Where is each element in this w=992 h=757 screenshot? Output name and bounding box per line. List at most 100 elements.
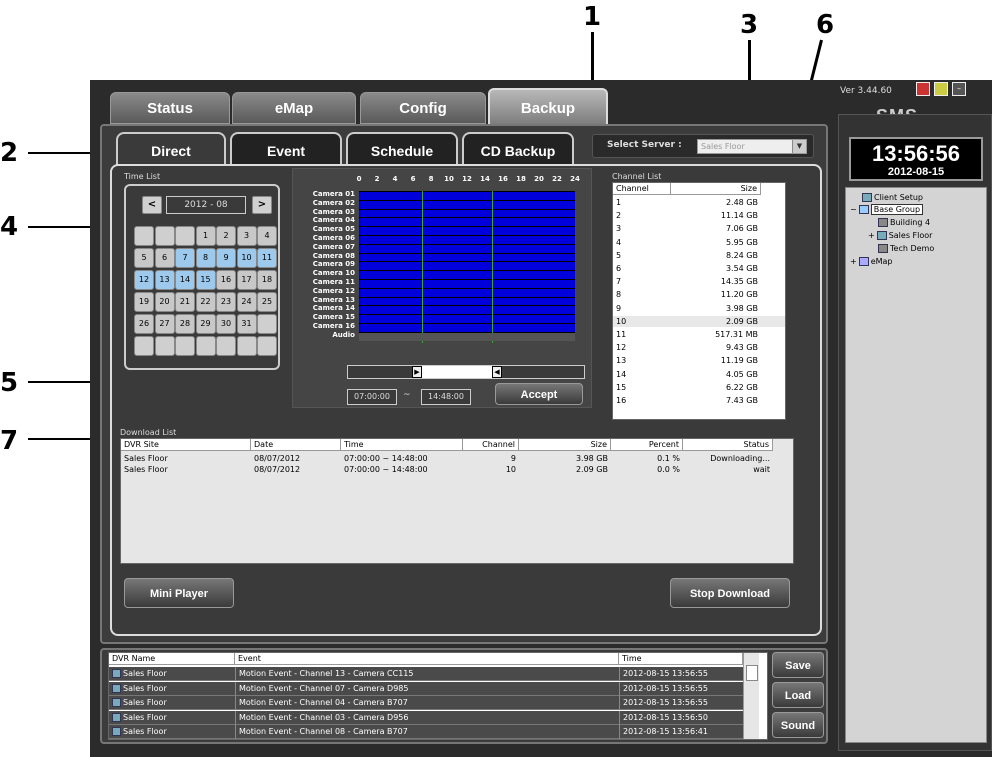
event-row[interactable]: Sales Floor Motion Event - Channel 07 - C…: [109, 681, 743, 696]
channel-row[interactable]: 2 11.14 GB: [613, 210, 785, 221]
collapse-icon[interactable]: −: [850, 205, 857, 214]
alarm-icon[interactable]: [916, 82, 930, 96]
calendar-day[interactable]: 7: [175, 248, 195, 268]
dvr-name-column-header[interactable]: DVR Name: [109, 653, 235, 665]
calendar-prev-button[interactable]: <: [142, 196, 162, 214]
channel-row[interactable]: 14 4.05 GB: [613, 369, 785, 380]
time-column-header[interactable]: Time: [619, 653, 743, 665]
calendar-day[interactable]: 22: [195, 292, 216, 312]
tree-item-building-4[interactable]: Building 4: [878, 217, 930, 229]
scrollbar-thumb[interactable]: [746, 665, 758, 681]
channel-row[interactable]: 6 3.54 GB: [613, 263, 785, 274]
channel-row[interactable]: 1 2.48 GB: [613, 197, 785, 208]
calendar-day[interactable]: 29: [195, 314, 216, 334]
event-log-scrollbar[interactable]: [743, 653, 759, 739]
calendar-day[interactable]: 13: [154, 270, 175, 290]
time-range-slider[interactable]: ▶ ◀: [347, 365, 585, 379]
channel-row[interactable]: 12 9.43 GB: [613, 342, 785, 353]
stop-download-button[interactable]: Stop Download: [670, 578, 790, 608]
calendar-day[interactable]: 31: [236, 314, 257, 334]
calendar-day[interactable]: 19: [134, 292, 154, 312]
minimize-icon[interactable]: –: [952, 82, 966, 96]
calendar-day[interactable]: 4: [257, 226, 277, 246]
channel-row[interactable]: 8 11.20 GB: [613, 289, 785, 300]
calendar-day[interactable]: 5: [134, 248, 154, 268]
calendar-day[interactable]: 26: [134, 314, 154, 334]
save-button[interactable]: Save: [772, 652, 824, 678]
calendar-day[interactable]: 16: [216, 270, 236, 290]
tree-item-client-setup[interactable]: Client Setup: [862, 192, 923, 204]
channel-column-header[interactable]: Channel: [613, 183, 671, 195]
channel-row[interactable]: 16 7.43 GB: [613, 395, 785, 406]
settings-icon[interactable]: [934, 82, 948, 96]
calendar-day[interactable]: 9: [216, 248, 236, 268]
expand-icon[interactable]: +: [850, 257, 857, 266]
mini-player-button[interactable]: Mini Player: [124, 578, 234, 608]
event-row[interactable]: Sales Floor Motion Event - Channel 08 - C…: [109, 725, 743, 739]
channel-row[interactable]: 4 5.95 GB: [613, 237, 785, 248]
subtab-cd-backup[interactable]: CD Backup: [462, 132, 574, 166]
channel-row[interactable]: 7 14.35 GB: [613, 276, 785, 287]
channel-column-header[interactable]: Channel: [463, 439, 519, 451]
end-time-field[interactable]: 14:48:00: [421, 389, 471, 405]
date-column-header[interactable]: Date: [251, 439, 341, 451]
channel-row[interactable]: 5 8.24 GB: [613, 250, 785, 261]
tab-status[interactable]: Status: [110, 92, 230, 124]
calendar-day[interactable]: 23: [216, 292, 236, 312]
time-column-header[interactable]: Time: [341, 439, 463, 451]
calendar-day[interactable]: 14: [175, 270, 195, 290]
status-column-header[interactable]: Status: [683, 439, 773, 451]
subtab-event[interactable]: Event: [230, 132, 342, 166]
slider-end-handle[interactable]: ◀: [492, 366, 502, 378]
dvr-site-column-header[interactable]: DVR Site: [121, 439, 251, 451]
calendar-day[interactable]: 18: [257, 270, 277, 290]
sound-button[interactable]: Sound: [772, 712, 824, 738]
event-column-header[interactable]: Event: [235, 653, 619, 665]
calendar-day[interactable]: 27: [154, 314, 175, 334]
accept-button[interactable]: Accept: [495, 383, 583, 405]
tree-item-emap[interactable]: + eMap: [850, 256, 893, 268]
timeline-recording-grid[interactable]: [359, 191, 575, 343]
calendar-day[interactable]: 15: [195, 270, 216, 290]
tree-item-tech-demo[interactable]: Tech Demo: [878, 243, 934, 255]
calendar-day[interactable]: 11: [257, 248, 277, 268]
event-row[interactable]: Sales Floor Motion Event - Channel 04 - C…: [109, 696, 743, 710]
calendar-day[interactable]: 30: [216, 314, 236, 334]
channel-row[interactable]: 10 2.09 GB: [613, 315, 785, 327]
calendar-day[interactable]: 10: [236, 248, 257, 268]
load-button[interactable]: Load: [772, 682, 824, 708]
calendar-day[interactable]: 25: [257, 292, 277, 312]
calendar-day[interactable]: 2: [216, 226, 236, 246]
event-row[interactable]: Sales Floor Motion Event - Channel 13 - C…: [109, 667, 743, 681]
calendar-day[interactable]: 17: [236, 270, 257, 290]
tab-backup[interactable]: Backup: [488, 88, 608, 126]
calendar-day[interactable]: 3: [236, 226, 257, 246]
tree-item-sales-floor[interactable]: + Sales Floor: [868, 230, 932, 242]
channel-row[interactable]: 11 517.31 MB: [613, 329, 785, 340]
channel-row[interactable]: 13 11.19 GB: [613, 355, 785, 366]
calendar-day[interactable]: 21: [175, 292, 195, 312]
calendar-next-button[interactable]: >: [252, 196, 272, 214]
size-column-header[interactable]: Size: [519, 439, 611, 451]
chevron-down-icon[interactable]: ▼: [792, 140, 806, 153]
select-server-dropdown[interactable]: Sales Floor ▼: [697, 139, 807, 154]
channel-row[interactable]: 15 6.22 GB: [613, 382, 785, 393]
start-time-field[interactable]: 07:00:00: [347, 389, 397, 405]
calendar-day[interactable]: 20: [154, 292, 175, 312]
calendar-day[interactable]: 12: [134, 270, 154, 290]
expand-icon[interactable]: +: [868, 231, 875, 240]
percent-column-header[interactable]: Percent: [611, 439, 683, 451]
calendar-day[interactable]: 8: [195, 248, 216, 268]
download-row[interactable]: Sales Floor 08/07/2012 07:00:00 ~ 14:48:00…: [121, 453, 793, 464]
calendar-day[interactable]: 6: [154, 248, 175, 268]
subtab-schedule[interactable]: Schedule: [346, 132, 458, 166]
event-row[interactable]: Sales Floor Motion Event - Channel 03 - C…: [109, 710, 743, 725]
tree-item-base-group[interactable]: − Base Group: [850, 204, 924, 216]
calendar-day[interactable]: 28: [175, 314, 195, 334]
calendar-day[interactable]: 1: [195, 226, 216, 246]
size-column-header[interactable]: Size: [671, 183, 761, 195]
slider-start-handle[interactable]: ▶: [412, 366, 422, 378]
channel-row[interactable]: 3 7.06 GB: [613, 223, 785, 234]
channel-row[interactable]: 9 3.98 GB: [613, 303, 785, 314]
calendar-day[interactable]: 24: [236, 292, 257, 312]
